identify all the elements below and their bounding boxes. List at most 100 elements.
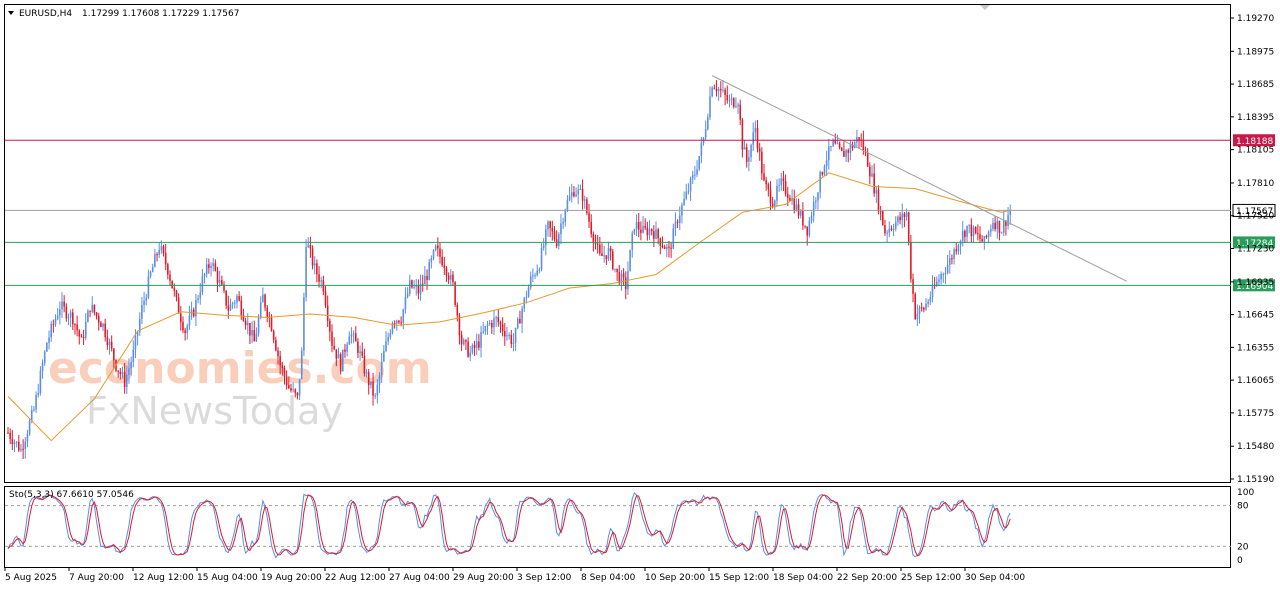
- candle-body: [568, 196, 571, 201]
- candle-body: [372, 381, 374, 396]
- candle-body: [61, 301, 63, 310]
- candle-body: [983, 236, 986, 242]
- candle-body: [687, 191, 690, 193]
- candle-body: [465, 340, 467, 342]
- candle-body: [862, 140, 865, 151]
- candle-body: [28, 420, 31, 435]
- candle-body: [804, 225, 806, 227]
- candle-body: [387, 337, 389, 342]
- candle-body: [249, 323, 251, 336]
- candle-body: [558, 234, 560, 246]
- candle-body: [646, 227, 649, 236]
- candle: [391, 321, 394, 335]
- x-tick-label: 30 Sep 04:00: [965, 573, 1025, 583]
- candle-body: [700, 142, 703, 157]
- candle-body: [959, 240, 962, 246]
- candle-body: [752, 132, 754, 145]
- candle: [339, 352, 342, 375]
- y-tick-label: 1.18105: [1237, 146, 1274, 156]
- candle-body: [845, 150, 847, 157]
- candle-body: [769, 189, 772, 204]
- candle-body: [288, 385, 290, 389]
- candle-body: [506, 335, 508, 337]
- y-tick-label: 1.16935: [1237, 278, 1274, 288]
- candle-body: [441, 256, 443, 266]
- x-tick-label: 19 Aug 20:00: [261, 573, 322, 583]
- candle-body: [238, 296, 240, 301]
- candle-body: [720, 88, 722, 91]
- candle-body: [413, 286, 415, 288]
- candle-body: [624, 277, 627, 290]
- candle-body: [594, 242, 597, 244]
- candle-body: [326, 305, 329, 321]
- candle-body: [871, 173, 873, 177]
- candle-body: [7, 432, 9, 434]
- candle-body: [994, 222, 996, 230]
- candle: [698, 155, 700, 172]
- candle-body: [450, 274, 452, 280]
- x-tick-label: 15 Sep 12:00: [709, 573, 769, 583]
- candle: [711, 86, 713, 98]
- x-tick-label: 29 Aug 20:00: [453, 573, 514, 583]
- candle-body: [253, 329, 256, 342]
- candle-body: [689, 178, 692, 192]
- candle-body: [54, 318, 57, 325]
- candle-body: [750, 144, 752, 158]
- candle-body: [197, 298, 199, 300]
- candle-body: [990, 228, 992, 232]
- candle-body: [961, 230, 964, 241]
- candle-body: [393, 323, 396, 325]
- candle-body: [830, 146, 832, 148]
- candle-body: [784, 181, 787, 194]
- candle-body: [255, 333, 258, 342]
- candle-body: [475, 341, 478, 348]
- candle-body: [234, 302, 236, 304]
- candle-body: [145, 297, 148, 301]
- candle-body: [577, 189, 580, 195]
- candle-body: [644, 225, 646, 228]
- candle-body: [836, 143, 839, 145]
- chart-window[interactable]: economies.com FxNewsToday EURUSD,H4 1.17…: [0, 0, 1280, 589]
- candle-body: [709, 96, 711, 118]
- candle-body: [37, 393, 40, 396]
- candle-body: [728, 100, 731, 102]
- candle-body: [426, 275, 428, 280]
- candle-body: [404, 296, 407, 310]
- candle-body: [46, 342, 48, 352]
- candle-body: [50, 324, 52, 338]
- candle-body: [402, 309, 405, 323]
- candle-body: [745, 147, 748, 162]
- candle-body: [914, 293, 916, 319]
- candle-body: [540, 247, 543, 270]
- candle-body: [452, 274, 454, 283]
- candle-body: [581, 188, 584, 201]
- candle-body: [18, 441, 20, 451]
- candle-body: [782, 178, 785, 182]
- candle-body: [175, 290, 178, 298]
- candle-body: [657, 229, 659, 239]
- candle: [411, 279, 413, 289]
- candle-body: [110, 341, 113, 349]
- candle-body: [303, 297, 305, 351]
- candle: [428, 259, 430, 281]
- candle-body: [953, 249, 955, 259]
- candle-body: [246, 323, 249, 326]
- candle-body: [229, 304, 232, 311]
- candle-body: [59, 309, 61, 316]
- chart-svg[interactable]: economies.com FxNewsToday EURUSD,H4 1.17…: [0, 0, 1280, 589]
- candle-body: [741, 119, 744, 150]
- candle-body: [516, 318, 519, 328]
- x-tick-label: 3 Sep 12:00: [517, 573, 572, 583]
- candle-body: [616, 268, 618, 272]
- candle: [87, 308, 89, 323]
- candle-body: [318, 274, 320, 282]
- candle-body: [536, 270, 538, 276]
- candle-body: [84, 322, 87, 338]
- candle-body: [9, 432, 11, 439]
- y-tick-label: 1.19270: [1237, 14, 1274, 24]
- candle-body: [793, 198, 796, 211]
- candle-body: [87, 310, 89, 323]
- candle-body: [117, 370, 119, 372]
- candle-body: [566, 200, 569, 211]
- candle-body: [473, 345, 476, 348]
